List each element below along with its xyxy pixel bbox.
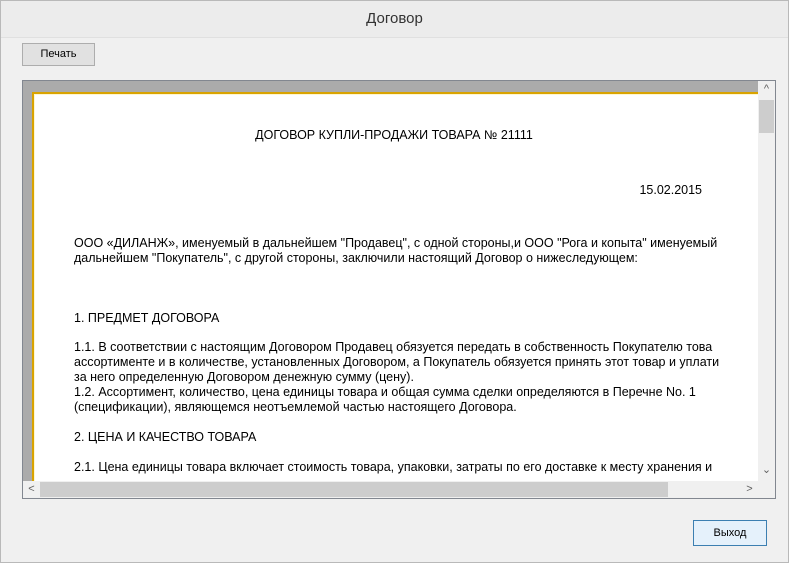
document-text: ДОГОВОР КУПЛИ-ПРОДАЖИ ТОВАРА № 21111 15.… (74, 128, 760, 475)
document-viewer[interactable]: ДОГОВОР КУПЛИ-ПРОДАЖИ ТОВАРА № 21111 15.… (22, 80, 776, 499)
contract-window: Договор Печать ДОГОВОР КУПЛИ-ПРОДАЖИ ТОВ… (0, 0, 789, 563)
exit-button[interactable]: Выход (693, 520, 767, 546)
paragraph-line: 1.1. В соответствии с настоящим Договоро… (74, 340, 713, 354)
paragraph-line: 1.2. Ассортимент, количество, цена едини… (74, 385, 696, 399)
vertical-scrollbar[interactable]: ^ ⌄ (758, 81, 775, 481)
paragraph-line: ассортименте и в количестве, установленн… (74, 355, 720, 369)
horizontal-scroll-thumb[interactable] (40, 482, 668, 497)
print-button[interactable]: Печать (22, 43, 95, 66)
section-heading: 1. ПРЕДМЕТ ДОГОВОРА (74, 311, 220, 325)
scroll-down-icon[interactable]: ⌄ (758, 462, 775, 479)
window-title: Договор (366, 10, 423, 27)
paragraph-line: (спецификации), являющемся неотъемлемой … (74, 400, 517, 414)
vertical-scroll-thumb[interactable] (759, 100, 774, 133)
section-heading: 2. ЦЕНА И КАЧЕСТВО ТОВАРА (74, 430, 257, 444)
document-page: ДОГОВОР КУПЛИ-ПРОДАЖИ ТОВАРА № 21111 15.… (32, 92, 760, 483)
scroll-right-icon[interactable]: > (741, 481, 758, 498)
intro-line: дальнейшем "Покупатель", с другой сторон… (74, 251, 638, 265)
document-date: 15.02.2015 (639, 183, 702, 197)
scrollbar-corner (758, 481, 775, 498)
paragraph-line: 2.1. Цена единицы товара включает стоимо… (74, 460, 713, 474)
scroll-up-icon[interactable]: ^ (758, 81, 775, 98)
intro-line: ООО «ДИЛАНЖ», именуемый в дальнейшем "Пр… (74, 236, 718, 250)
scroll-left-icon[interactable]: < (23, 481, 40, 498)
document-title: ДОГОВОР КУПЛИ-ПРОДАЖИ ТОВАРА № 21111 (255, 128, 533, 142)
paragraph-line: за него определенную Договором денежную … (74, 370, 414, 384)
horizontal-scrollbar[interactable]: < > (23, 481, 775, 498)
title-bar: Договор (1, 1, 788, 38)
